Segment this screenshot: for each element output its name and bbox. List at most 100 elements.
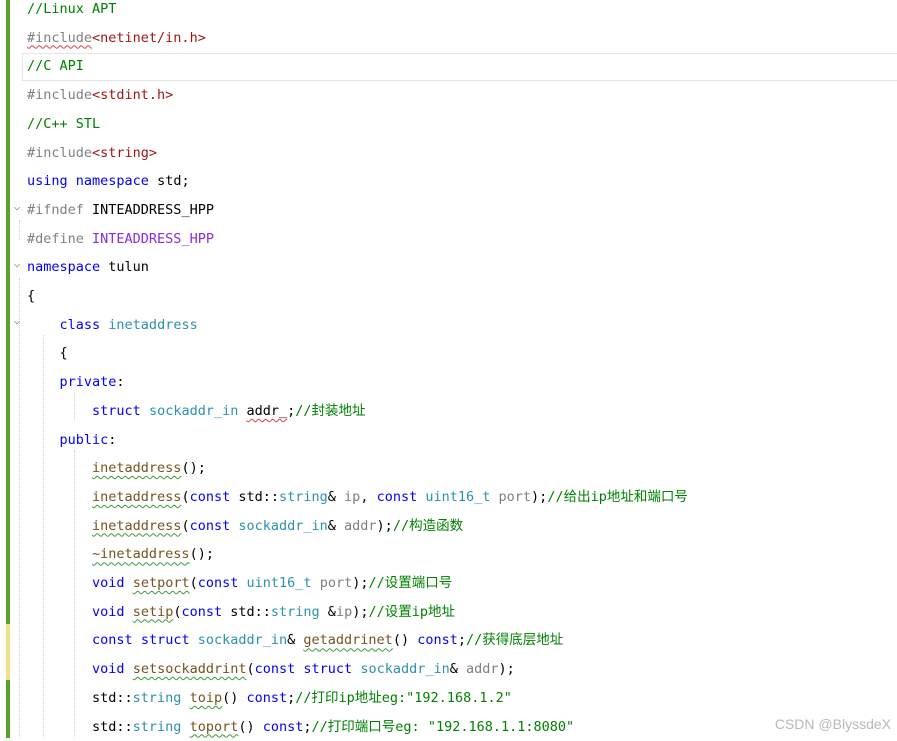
code-token: : [108, 431, 117, 448]
code-token: () [238, 718, 263, 735]
code-token: toport [189, 718, 239, 735]
code-line[interactable]: std::string toip() const;//打印ip地址eg:"192… [27, 684, 512, 712]
code-token: ip [335, 603, 353, 620]
code-token: sockaddr_in [360, 661, 450, 678]
code-token: & [327, 488, 345, 505]
code-token: INTEADDRESS_HPP [83, 230, 214, 247]
code-token: const [189, 517, 231, 534]
code-line[interactable]: const struct sockaddr_in& getaddrinet() … [27, 626, 563, 654]
code-line[interactable]: //C++ STL [27, 110, 100, 138]
code-line[interactable]: inetaddress(const sockaddr_in& addr);//构… [27, 512, 463, 540]
code-token: void [92, 575, 125, 591]
code-token: ; [457, 632, 466, 649]
code-token: const [181, 603, 223, 620]
code-token: setip [132, 603, 174, 620]
code-token: addr_ [246, 402, 288, 419]
code-token: sockaddr_in [197, 632, 288, 649]
code-token: #define [27, 230, 84, 247]
code-token: namespace [75, 173, 149, 190]
fold-collapse-icon[interactable]: ⌵ [11, 201, 23, 213]
fold-collapse-icon[interactable]: ⌵ [11, 315, 23, 327]
code-token: ( [246, 661, 255, 678]
code-token: ); [376, 517, 393, 534]
code-line[interactable]: #include<stdint.h> [27, 81, 173, 109]
code-token: const [262, 718, 304, 735]
code-line[interactable]: inetaddress(); [27, 454, 206, 482]
code-token: () [222, 689, 247, 706]
code-token: <stdint.h> [92, 87, 174, 104]
code-line[interactable]: #ifndef INTEADDRESS_HPP [27, 196, 214, 224]
code-token: uint16_t [246, 575, 312, 591]
code-token: //给出ip地址和端口号 [547, 488, 688, 505]
code-token: ); [498, 661, 515, 678]
code-token: ~inetaddress [92, 546, 190, 563]
code-line[interactable]: #define INTEADDRESS_HPP [27, 225, 214, 253]
code-line[interactable]: ~inetaddress(); [27, 540, 214, 568]
code-token: const [197, 575, 239, 591]
code-token: <netinet/in.h> [92, 29, 206, 46]
code-token: using [27, 173, 68, 190]
code-line[interactable]: private: [27, 368, 125, 396]
code-token: string [132, 718, 182, 735]
code-line[interactable]: #include<string> [27, 139, 157, 167]
watermark: CSDN @BlyssdeX [774, 716, 891, 732]
code-token: //设置ip地址 [368, 603, 455, 620]
code-token: struct [303, 661, 353, 678]
code-line[interactable]: void setip(const std::string &ip);//设置ip… [27, 598, 455, 626]
code-token: const [254, 661, 296, 678]
code-token: toip [189, 689, 223, 706]
code-line[interactable]: //Linux APT [27, 0, 116, 23]
code-line[interactable]: struct sockaddr_in addr_;//封装地址 [27, 397, 366, 425]
code-token: const [376, 488, 418, 505]
code-token: std; [148, 173, 190, 190]
code-token: (); [181, 460, 206, 477]
code-line[interactable]: using namespace std; [27, 167, 190, 195]
code-token: { [27, 345, 68, 362]
code-line[interactable]: void setsockaddrint(const struct sockadd… [27, 655, 515, 683]
code-line[interactable]: #include<netinet/in.h> [27, 24, 206, 52]
code-token: const [189, 488, 231, 505]
fold-collapse-icon[interactable]: ⌵ [11, 258, 23, 270]
code-token: ( [189, 575, 198, 591]
indent-guide [19, 220, 21, 240]
code-token: & [327, 517, 345, 534]
code-line[interactable]: class inetaddress [27, 311, 198, 339]
code-token: string [270, 603, 320, 620]
code-line[interactable]: inetaddress(const std::string& ip, const… [27, 483, 688, 511]
code-token: struct [92, 402, 141, 419]
code-line[interactable]: //C API [27, 52, 84, 80]
code-token: inetaddress [108, 316, 198, 333]
code-token: #include [27, 144, 93, 161]
code-token: std:: [222, 603, 271, 620]
code-token: const [417, 632, 458, 649]
code-token: sockaddr_in [238, 517, 328, 534]
code-line[interactable]: void setport(const uint16_t port);//设置端口… [27, 569, 452, 597]
code-line[interactable]: { [27, 339, 68, 367]
code-token: //Linux APT [27, 1, 117, 17]
code-token: inetaddress [92, 488, 182, 505]
code-token: : [116, 374, 125, 391]
code-token: class [59, 316, 101, 333]
code-token: std:: [230, 488, 279, 505]
code-token: namespace [27, 259, 101, 276]
code-line[interactable]: namespace tulun [27, 253, 149, 281]
code-token: addr [466, 661, 499, 678]
code-line[interactable]: { [27, 282, 35, 310]
indent-guide [19, 278, 21, 738]
code-token: setport [132, 575, 190, 591]
code-line[interactable]: public: [27, 426, 117, 454]
code-token: const [246, 689, 288, 706]
code-line[interactable]: std::string toport() const;//打印端口号eg: "1… [27, 713, 574, 741]
